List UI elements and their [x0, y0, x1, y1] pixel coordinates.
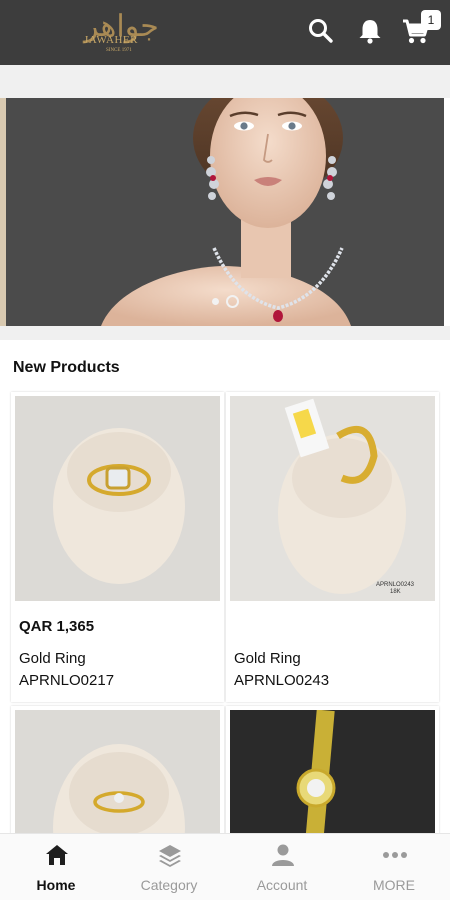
price-tag-code: APRNLO0243: [376, 582, 415, 588]
product-code: APRNLO0217: [19, 672, 115, 689]
nav-account-label: Account: [256, 877, 308, 893]
nav-category-label: Category: [140, 877, 198, 893]
model-jewelry-image: [6, 98, 444, 326]
logo-since-text: SINCE 1971: [106, 48, 132, 53]
product-price: QAR 1,365: [19, 618, 95, 635]
bell-icon[interactable]: [355, 16, 385, 46]
new-products-title: New Products: [13, 359, 120, 376]
jawaher-logo[interactable]: جواهر JAWAHER SINCE 1971: [78, 10, 193, 58]
layers-icon: [159, 845, 181, 867]
home-icon: [46, 845, 68, 865]
product-name: Gold Ring: [19, 650, 86, 667]
product-name: Gold Ring: [234, 650, 301, 667]
promo-banner-carousel[interactable]: [6, 98, 444, 326]
top-spacer: [0, 65, 450, 98]
product-card[interactable]: APRNLO0243 18K Gold Ring APRNLO0243: [226, 392, 439, 702]
nav-more[interactable]: MORE: [338, 834, 450, 900]
nav-account[interactable]: Account: [226, 834, 338, 900]
product-image-ring: APRNLO0243 18K: [230, 396, 435, 601]
logo-english-text: JAWAHER: [84, 34, 138, 46]
nav-home-label: Home: [36, 877, 76, 893]
nav-more-label: MORE: [373, 877, 415, 893]
person-icon: [272, 844, 294, 866]
product-card[interactable]: QAR 1,365 Gold Ring APRNLO0217: [11, 392, 224, 702]
product-image-ring: [15, 396, 220, 601]
search-icon[interactable]: [306, 16, 336, 46]
product-code: APRNLO0243: [234, 672, 330, 689]
price-tag-karat: 18K: [390, 589, 401, 595]
bottom-navigation: Home Category Account MORE: [0, 833, 450, 900]
app-bar: جواهر JAWAHER SINCE 1971 1: [0, 0, 450, 65]
nav-category[interactable]: Category: [113, 834, 225, 900]
carousel-dot-1[interactable]: [212, 298, 219, 305]
cart-count-badge: 1: [421, 10, 441, 30]
banner-bottom-spacer: [0, 326, 450, 340]
carousel-dot-2-active[interactable]: [226, 295, 239, 308]
nav-home[interactable]: Home: [0, 834, 112, 900]
more-dots-icon: [383, 852, 407, 858]
